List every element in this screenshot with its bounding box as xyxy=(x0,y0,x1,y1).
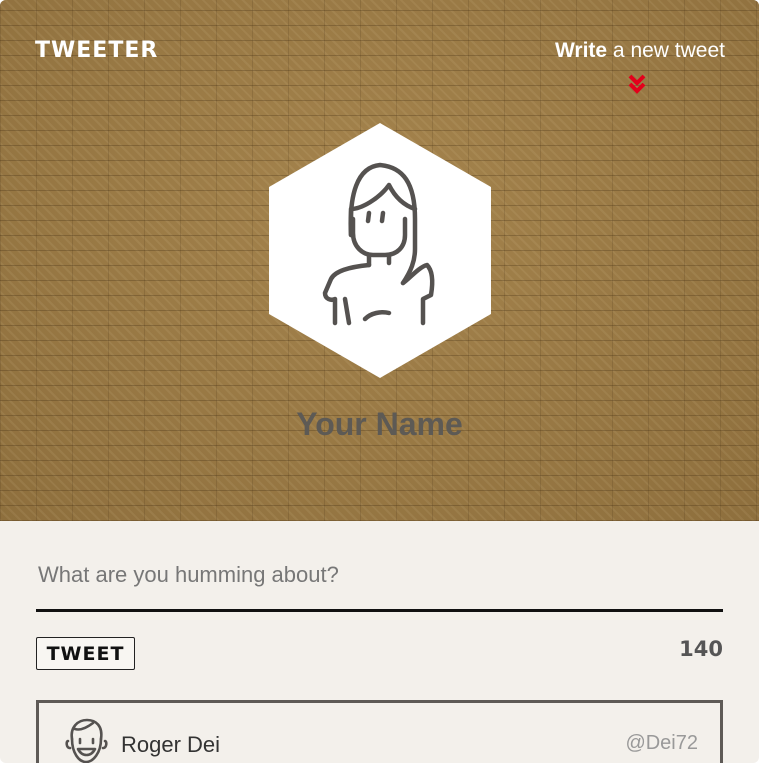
write-link-bold: Write xyxy=(554,39,608,62)
write-new-tweet-link[interactable]: Write a new tweet xyxy=(555,39,725,63)
hexagon-frame xyxy=(269,123,491,378)
profile-name: Your Name xyxy=(296,406,463,442)
tweet-author-name[interactable]: Roger Dei xyxy=(121,732,220,758)
man-avatar-icon xyxy=(65,718,108,763)
tweet-author-handle[interactable]: @Dei72 xyxy=(625,732,698,755)
brand-logo[interactable]: TWEETER xyxy=(35,38,158,63)
tweet-button[interactable]: TWEET xyxy=(36,637,135,670)
character-counter: 140 xyxy=(679,637,723,661)
write-link-rest: a new tweet xyxy=(607,39,725,62)
tweet-card[interactable]: Roger Dei @Dei72 xyxy=(36,700,723,763)
double-chevron-down-icon[interactable] xyxy=(626,73,648,95)
tweeter-app: TWEETER Write a new tweet Your Name What… xyxy=(0,0,759,763)
tweet-compose-input[interactable] xyxy=(36,540,723,612)
profile-header: TWEETER Write a new tweet Your Name xyxy=(0,0,759,521)
profile-avatar[interactable] xyxy=(269,123,491,378)
